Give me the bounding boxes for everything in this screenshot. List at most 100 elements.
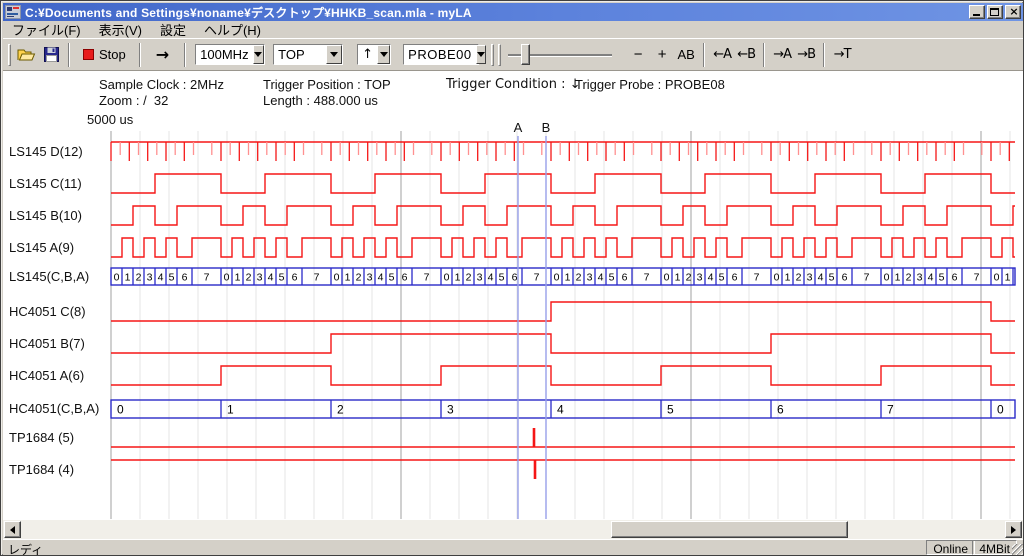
svg-text:7: 7 <box>424 272 430 284</box>
svg-text:7: 7 <box>644 272 650 284</box>
svg-text:1: 1 <box>675 272 681 284</box>
zoom-out-button[interactable]: − <box>626 43 650 67</box>
toolbar-separator <box>68 43 70 67</box>
channel-label: HC4051 C(8) <box>9 304 86 319</box>
toolbar-grip[interactable] <box>498 44 501 66</box>
svg-text:6: 6 <box>777 403 784 417</box>
svg-text:5: 5 <box>279 272 285 284</box>
trigger-position-value: TOP <box>274 45 326 64</box>
svg-text:4: 4 <box>378 272 384 284</box>
chevron-down-icon[interactable] <box>476 45 486 64</box>
menu-help[interactable]: ヘルプ(H) <box>195 22 270 38</box>
svg-text:0: 0 <box>334 272 340 284</box>
sample-rate-value: 100MHz <box>196 45 252 64</box>
scrollbar-thumb[interactable] <box>611 521 848 538</box>
resize-grip-icon[interactable] <box>1012 544 1024 556</box>
svg-text:7: 7 <box>974 272 980 284</box>
menu-settings[interactable]: 設定 <box>151 22 195 38</box>
svg-text:4: 4 <box>158 272 164 284</box>
chevron-down-icon[interactable] <box>377 45 390 64</box>
toolbar-separator <box>184 43 186 67</box>
save-button[interactable] <box>39 43 63 67</box>
menu-view[interactable]: 表示(V) <box>90 22 151 38</box>
trigger-edge-combo[interactable]: ↑ <box>357 44 391 65</box>
arrow-right-icon <box>1011 526 1020 534</box>
channel-ls145-d-12- <box>111 142 1015 161</box>
window-title: C:¥Documents and Settings¥noname¥デスクトップ¥… <box>25 4 967 21</box>
zoom-slider[interactable] <box>508 43 612 67</box>
goto-cursor-b-button[interactable]: ←B <box>734 43 758 67</box>
toolbar-separator <box>139 43 141 67</box>
svg-text:3: 3 <box>807 272 813 284</box>
svg-text:2: 2 <box>356 272 362 284</box>
svg-text:0: 0 <box>117 403 124 417</box>
svg-text:0: 0 <box>664 272 670 284</box>
waveform-display[interactable]: 0123456701234567012345670123456701234567… <box>3 71 1023 520</box>
svg-text:3: 3 <box>697 272 703 284</box>
stop-label: Stop <box>99 47 126 62</box>
toolbar-grip[interactable] <box>8 44 11 66</box>
svg-text:3: 3 <box>367 272 373 284</box>
toolbar-grip[interactable] <box>491 44 494 66</box>
channel-hc4051-a-6- <box>111 366 1015 385</box>
zoom-ab-button[interactable]: AB <box>674 43 698 67</box>
maximize-button[interactable] <box>987 5 1003 19</box>
menu-file[interactable]: ファイル(F) <box>3 22 90 38</box>
horizontal-scrollbar[interactable] <box>3 520 1023 539</box>
open-file-button[interactable] <box>14 43 39 67</box>
run-arrow-icon: → <box>156 45 169 64</box>
goto-trigger-button[interactable]: →T <box>830 43 854 67</box>
svg-text:1: 1 <box>345 272 351 284</box>
zoom-in-button[interactable]: + <box>650 43 674 67</box>
sample-rate-combo[interactable]: 100MHz <box>195 44 265 65</box>
menu-bar: ファイル(F) 表示(V) 設定 ヘルプ(H) <box>3 21 1023 38</box>
cursor-a-label[interactable]: A <box>511 120 525 135</box>
svg-text:0: 0 <box>994 272 1000 284</box>
set-cursor-a-button[interactable]: →A <box>770 43 794 67</box>
floppy-disk-icon <box>44 47 59 62</box>
svg-text:1: 1 <box>455 272 461 284</box>
status-bar: レディ Online 4MBit <box>3 539 1023 555</box>
channel-ls145-b-10- <box>111 206 1015 225</box>
run-button[interactable]: → <box>146 43 179 67</box>
svg-text:3: 3 <box>917 272 923 284</box>
close-button[interactable]: × <box>1005 5 1021 19</box>
grid <box>111 131 1010 519</box>
toolbar-separator <box>703 43 705 67</box>
minimize-button[interactable] <box>969 5 985 19</box>
svg-text:4: 4 <box>488 272 494 284</box>
svg-text:6: 6 <box>622 272 628 284</box>
svg-text:5: 5 <box>829 272 835 284</box>
chevron-down-icon[interactable] <box>326 45 342 64</box>
trigger-edge-value: ↑ <box>358 45 377 64</box>
trigger-probe-combo[interactable]: PROBE00 <box>403 44 479 65</box>
channel-tp1684-4- <box>111 460 1015 479</box>
status-ready-text: レディ <box>8 541 43 556</box>
svg-text:6: 6 <box>842 272 848 284</box>
scroll-right-button[interactable] <box>1005 521 1022 538</box>
svg-text:3: 3 <box>587 272 593 284</box>
svg-text:0: 0 <box>444 272 450 284</box>
title-bar[interactable]: C:¥Documents and Settings¥noname¥デスクトップ¥… <box>3 3 1023 21</box>
goto-cursor-a-button[interactable]: ←A <box>710 43 734 67</box>
cursor-b-label[interactable]: B <box>539 120 553 135</box>
svg-text:4: 4 <box>818 272 824 284</box>
arrow-left-icon <box>6 526 15 534</box>
svg-text:5: 5 <box>939 272 945 284</box>
chevron-down-icon[interactable] <box>253 45 265 64</box>
svg-text:2: 2 <box>337 403 344 417</box>
maximize-icon <box>990 8 999 16</box>
svg-text:7: 7 <box>864 272 870 284</box>
set-cursor-b-button[interactable]: →B <box>794 43 818 67</box>
trigger-position-combo[interactable]: TOP <box>273 44 343 65</box>
svg-text:5: 5 <box>499 272 505 284</box>
zoom-slider-thumb[interactable] <box>521 44 530 65</box>
channel-hc4051-c-b-a-: 012345670 <box>111 400 1015 418</box>
stop-button[interactable]: Stop <box>75 43 134 67</box>
svg-text:2: 2 <box>796 272 802 284</box>
cursor-lines[interactable] <box>518 136 546 519</box>
svg-text:6: 6 <box>292 272 298 284</box>
scroll-left-button[interactable] <box>4 521 21 538</box>
channel-label: TP1684 (5) <box>9 430 74 445</box>
svg-text:5: 5 <box>169 272 175 284</box>
